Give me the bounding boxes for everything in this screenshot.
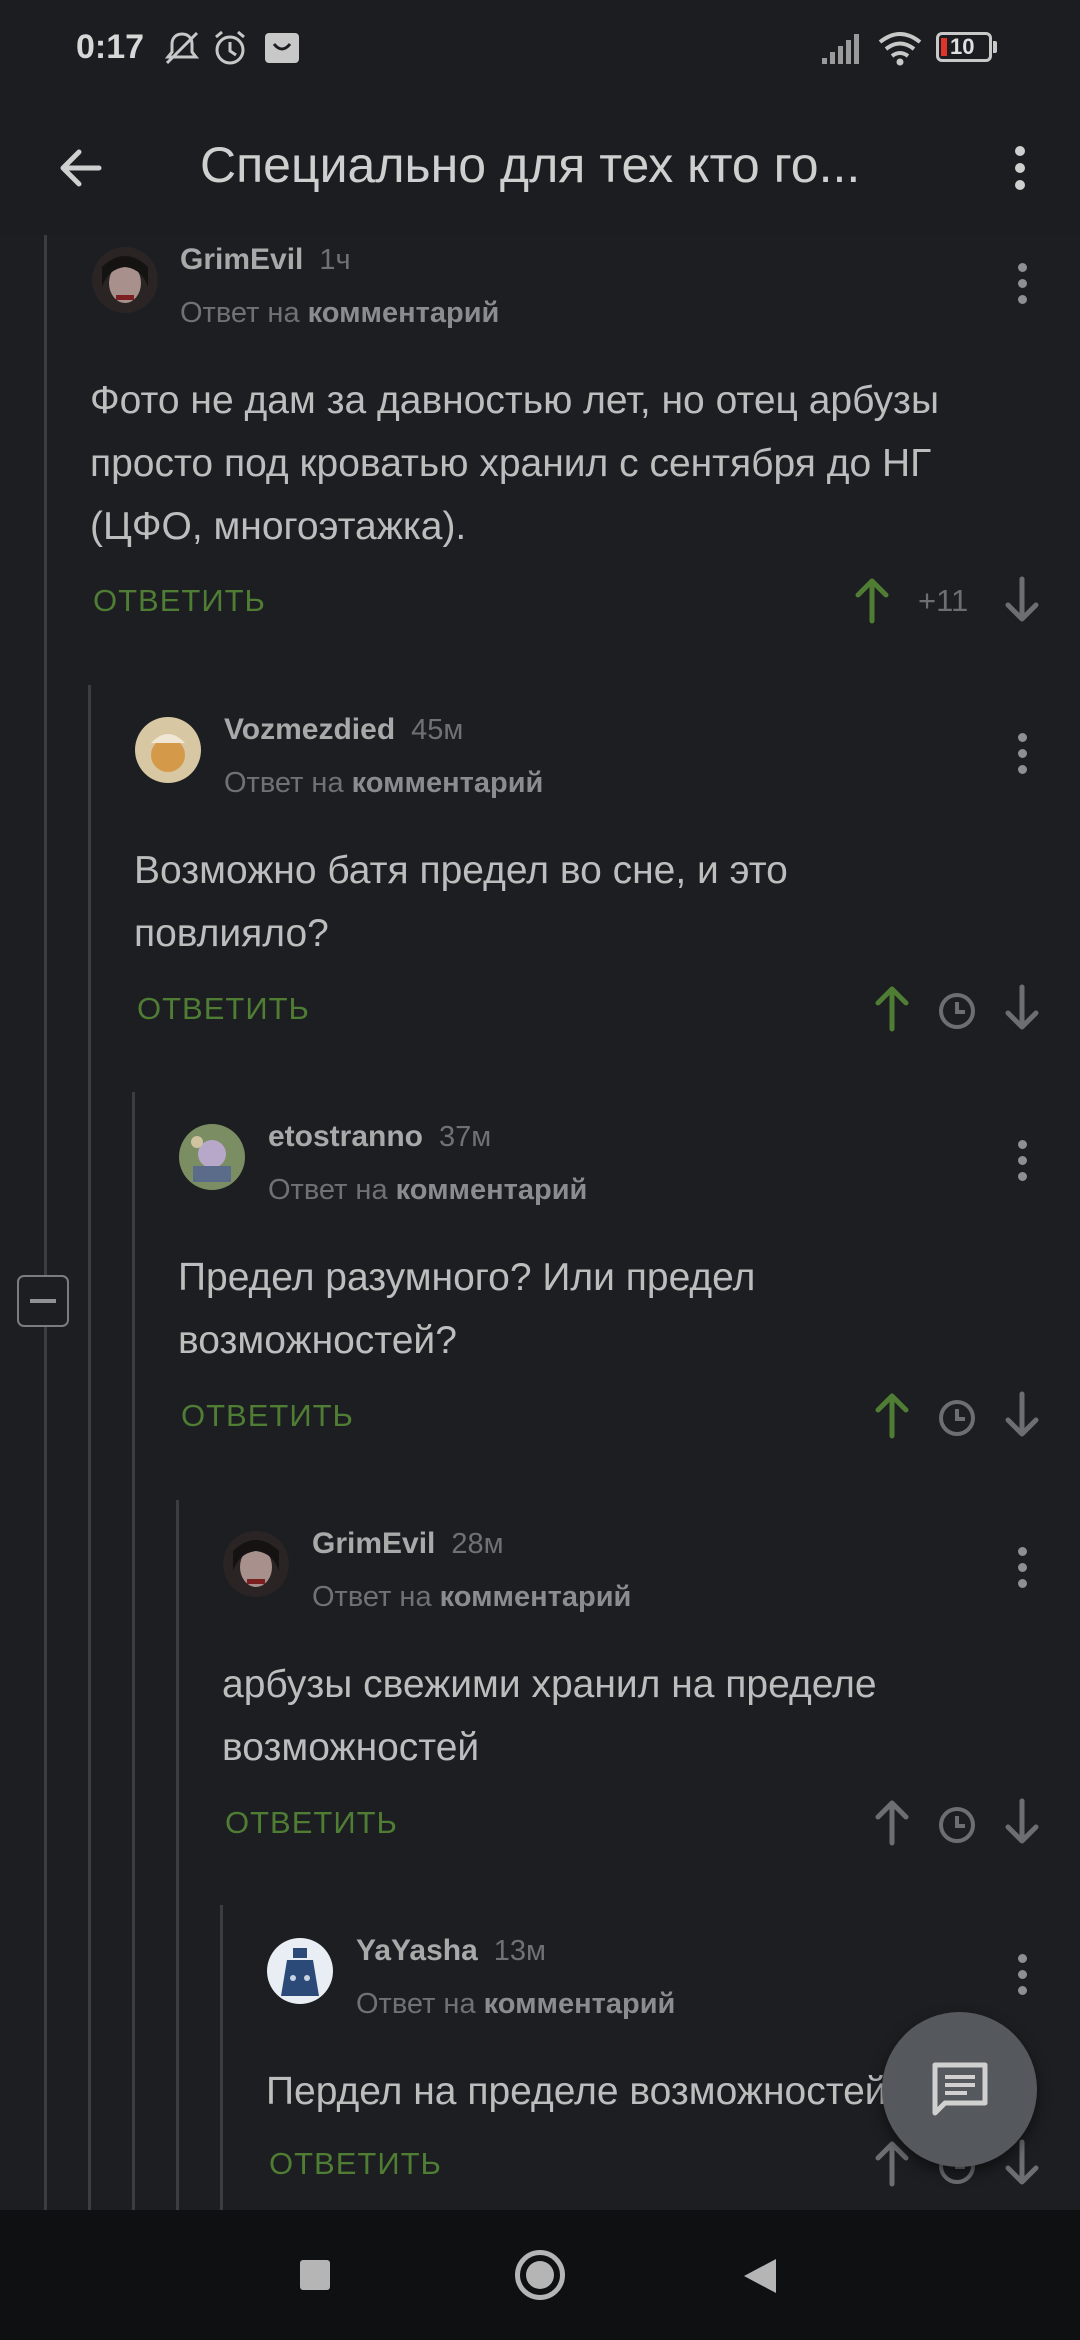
app-notification-icon — [265, 33, 299, 63]
reply-button[interactable]: ОТВЕТИТЬ — [181, 1398, 354, 1434]
reply-to-label[interactable]: Ответ на комментарий — [312, 1581, 631, 1614]
comment-author[interactable]: GrimEvil 1ч — [180, 243, 351, 277]
comment-body: Фото не дам за давностью лет, но отец ар… — [90, 379, 939, 548]
circle-icon[interactable] — [515, 2250, 565, 2300]
reply-to-label[interactable]: Ответ на комментарий — [356, 1988, 675, 2021]
app-bar: Специально для тех кто го... — [0, 100, 1080, 235]
avatar[interactable] — [179, 1124, 245, 1190]
clock-icon — [939, 993, 975, 1029]
comment-time: 13м — [493, 1935, 546, 1967]
upvote-arrow-icon[interactable] — [872, 983, 912, 1033]
notifications-off-icon — [164, 31, 200, 65]
avatar[interactable] — [135, 717, 201, 783]
more-menu-button[interactable] — [990, 128, 1050, 208]
comment-time: 37м — [439, 1121, 492, 1153]
battery-level: 10 — [950, 34, 975, 59]
comment-author[interactable]: YaYasha 13м — [356, 1934, 546, 1968]
wifi-icon — [878, 32, 922, 66]
downvote-arrow-icon[interactable] — [1002, 983, 1042, 1033]
reply-button[interactable]: ОТВЕТИТЬ — [137, 991, 310, 1027]
reply-button[interactable]: ОТВЕТИТЬ — [269, 2146, 442, 2182]
comment-body: Предел разумного? Или предел возможносте… — [178, 1256, 756, 1362]
comment-author[interactable]: Vozmezdied 45м — [224, 713, 463, 747]
triangle-back-icon[interactable] — [742, 2257, 778, 2295]
battery-icon: 10 — [936, 32, 998, 64]
avatar[interactable] — [92, 247, 158, 313]
avatar[interactable] — [223, 1531, 289, 1597]
comment-time: 1ч — [319, 244, 351, 276]
comment: GrimEvil 1ч Ответ на комментарий Фото не … — [0, 235, 1080, 655]
signal-icon — [822, 34, 859, 64]
comment-time: 45м — [411, 714, 464, 746]
write-comment-button[interactable] — [882, 2012, 1037, 2167]
status-bar: 0:17 10 — [0, 0, 1080, 100]
comment-author[interactable]: GrimEvil 28м — [312, 1527, 504, 1561]
reply-button[interactable]: ОТВЕТИТЬ — [93, 583, 266, 619]
comment: etostranno 37м Ответ на комментарий Преде… — [0, 1112, 1080, 1512]
clock-icon — [939, 1807, 975, 1843]
upvote-arrow-icon[interactable] — [872, 1390, 912, 1440]
comment: GrimEvil 28м Ответ на комментарий арбузы … — [0, 1519, 1080, 1919]
upvote-arrow-icon[interactable] — [852, 575, 892, 625]
back-button[interactable] — [40, 128, 120, 208]
comment-body: Возможно батя предел во сне, и это повли… — [134, 849, 788, 955]
downvote-arrow-icon[interactable] — [1002, 1390, 1042, 1440]
downvote-arrow-icon[interactable] — [1002, 1797, 1042, 1847]
comment-more-button[interactable] — [1002, 723, 1042, 783]
square-icon[interactable] — [300, 2260, 330, 2290]
comment: Vozmezdied 45м Ответ на комментарий Возмо… — [0, 705, 1080, 1105]
comment-time: 28м — [451, 1528, 504, 1560]
arrow-left-icon — [60, 149, 102, 187]
comment-icon — [932, 2062, 987, 2115]
alarm-icon — [215, 30, 245, 65]
reply-to-label[interactable]: Ответ на комментарий — [180, 297, 499, 330]
more-vert-icon — [1015, 146, 1025, 190]
comment-body: арбузы свежими хранил на пределе возможн… — [222, 1663, 877, 1769]
status-time: 0:17 — [76, 28, 145, 66]
comment-author[interactable]: etostranno 37м — [268, 1120, 491, 1154]
clock-icon — [939, 1400, 975, 1436]
comment-more-button[interactable] — [1002, 1130, 1042, 1190]
comment-more-button[interactable] — [1002, 253, 1042, 313]
comment-more-button[interactable] — [1002, 1537, 1042, 1597]
comments-list[interactable]: GrimEvil 1ч Ответ на комментарий Фото не … — [0, 235, 1080, 2210]
comment-rating: +11 — [918, 583, 969, 618]
reply-to-label[interactable]: Ответ на комментарий — [224, 767, 543, 800]
system-nav-bar — [0, 2210, 1080, 2340]
downvote-arrow-icon[interactable] — [1002, 575, 1042, 625]
upvote-arrow-icon[interactable] — [872, 1797, 912, 1847]
page-title: Специально для тех кто го... — [200, 137, 861, 193]
avatar[interactable] — [267, 1938, 333, 2004]
reply-to-label[interactable]: Ответ на комментарий — [268, 1174, 587, 1207]
comment-more-button[interactable] — [1002, 1944, 1042, 2004]
reply-button[interactable]: ОТВЕТИТЬ — [225, 1805, 398, 1841]
